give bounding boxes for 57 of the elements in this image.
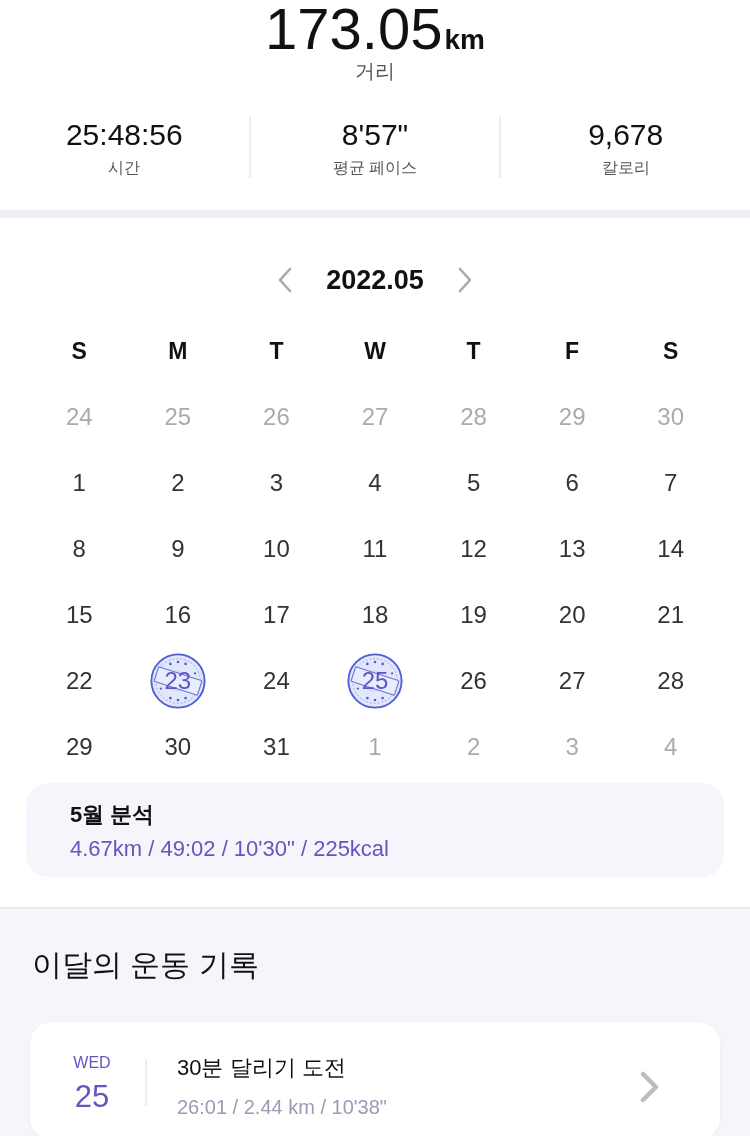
stat-value: 8'57" <box>341 117 409 153</box>
weekday-label: M <box>167 337 189 366</box>
calendar-day[interactable]: 12 <box>460 534 487 564</box>
calendar-day[interactable]: 30 <box>164 732 192 762</box>
weekday-label: F <box>564 337 581 366</box>
calendar-day[interactable]: 9 <box>171 534 185 564</box>
calendar-day[interactable]: 13 <box>558 534 586 564</box>
month-title: 2022.05 <box>326 264 424 297</box>
calendar-day[interactable]: 21 <box>657 600 685 630</box>
calendar-day[interactable]: 7 <box>664 468 678 498</box>
calendar-day[interactable]: 11 <box>362 534 388 564</box>
chevron-left-icon[interactable] <box>278 267 293 293</box>
calendar-day[interactable]: 31 <box>263 732 290 762</box>
calendar-day[interactable]: 26 <box>460 666 487 696</box>
record-weekday: WED <box>73 1053 111 1073</box>
stat-label: 평균 페이스 <box>332 158 418 178</box>
record-stats: 26:01 / 2.44 km / 10'38" <box>177 1095 388 1120</box>
calendar-day[interactable]: 19 <box>460 600 487 630</box>
calendar-day[interactable]: 18 <box>361 600 389 630</box>
calendar-day[interactable]: 17 <box>263 600 290 630</box>
weekday-label: W <box>363 337 387 366</box>
calendar-day[interactable]: 5 <box>466 468 481 498</box>
stat-label: 칼로리 <box>601 158 650 178</box>
record-title: 30분 달리기 도전 <box>177 1054 347 1082</box>
calendar-day[interactable]: 6 <box>565 468 579 498</box>
stat-value: 9,678 <box>588 117 664 153</box>
record-day: 25 <box>74 1078 110 1116</box>
weekday-label: T <box>465 337 482 366</box>
calendar-day[interactable]: 16 <box>164 600 192 630</box>
calendar-day[interactable]: 24 <box>263 666 290 696</box>
distance-label: 거리 <box>355 59 395 83</box>
chevron-right-icon[interactable] <box>457 267 472 293</box>
weekday-label: S <box>70 337 88 366</box>
weekday-label: S <box>662 337 680 366</box>
calendar-day[interactable]: 29 <box>65 732 93 762</box>
calendar-day[interactable]: 27 <box>558 666 586 696</box>
calendar-day[interactable]: 20 <box>558 600 586 630</box>
calendar-day[interactable]: 15 <box>65 600 93 630</box>
calendar-day[interactable]: 1 <box>72 468 86 498</box>
stat-label: 시간 <box>108 158 141 178</box>
record-card[interactable]: WED 25 30분 달리기 도전 26:01 / 2.44 km / 10'38" <box>30 1022 720 1136</box>
calendar-day[interactable]: 10 <box>263 534 290 564</box>
weekday-label: T <box>268 337 285 366</box>
calendar-day[interactable]: 3 <box>269 468 284 498</box>
calendar-day[interactable]: 8 <box>72 534 86 564</box>
calendar-day[interactable]: 2 <box>171 468 185 498</box>
analysis-title: 5월 분석 <box>70 801 156 829</box>
calendar-day[interactable]: 28 <box>657 666 685 696</box>
calendar-day[interactable]: 22 <box>65 666 93 696</box>
distance-unit: km <box>444 24 485 56</box>
chevron-right-icon[interactable] <box>640 1071 660 1103</box>
analysis-values: 4.67km / 49:02 / 10'30" / 225kcal <box>70 835 390 863</box>
stat-value: 25:48:56 <box>65 117 183 153</box>
distance-value: 173.05 <box>265 0 443 58</box>
calendar-day[interactable]: 14 <box>657 534 685 564</box>
section-title: 이달의 운동 기록 <box>32 947 260 983</box>
calendar-day[interactable]: 4 <box>368 468 382 498</box>
